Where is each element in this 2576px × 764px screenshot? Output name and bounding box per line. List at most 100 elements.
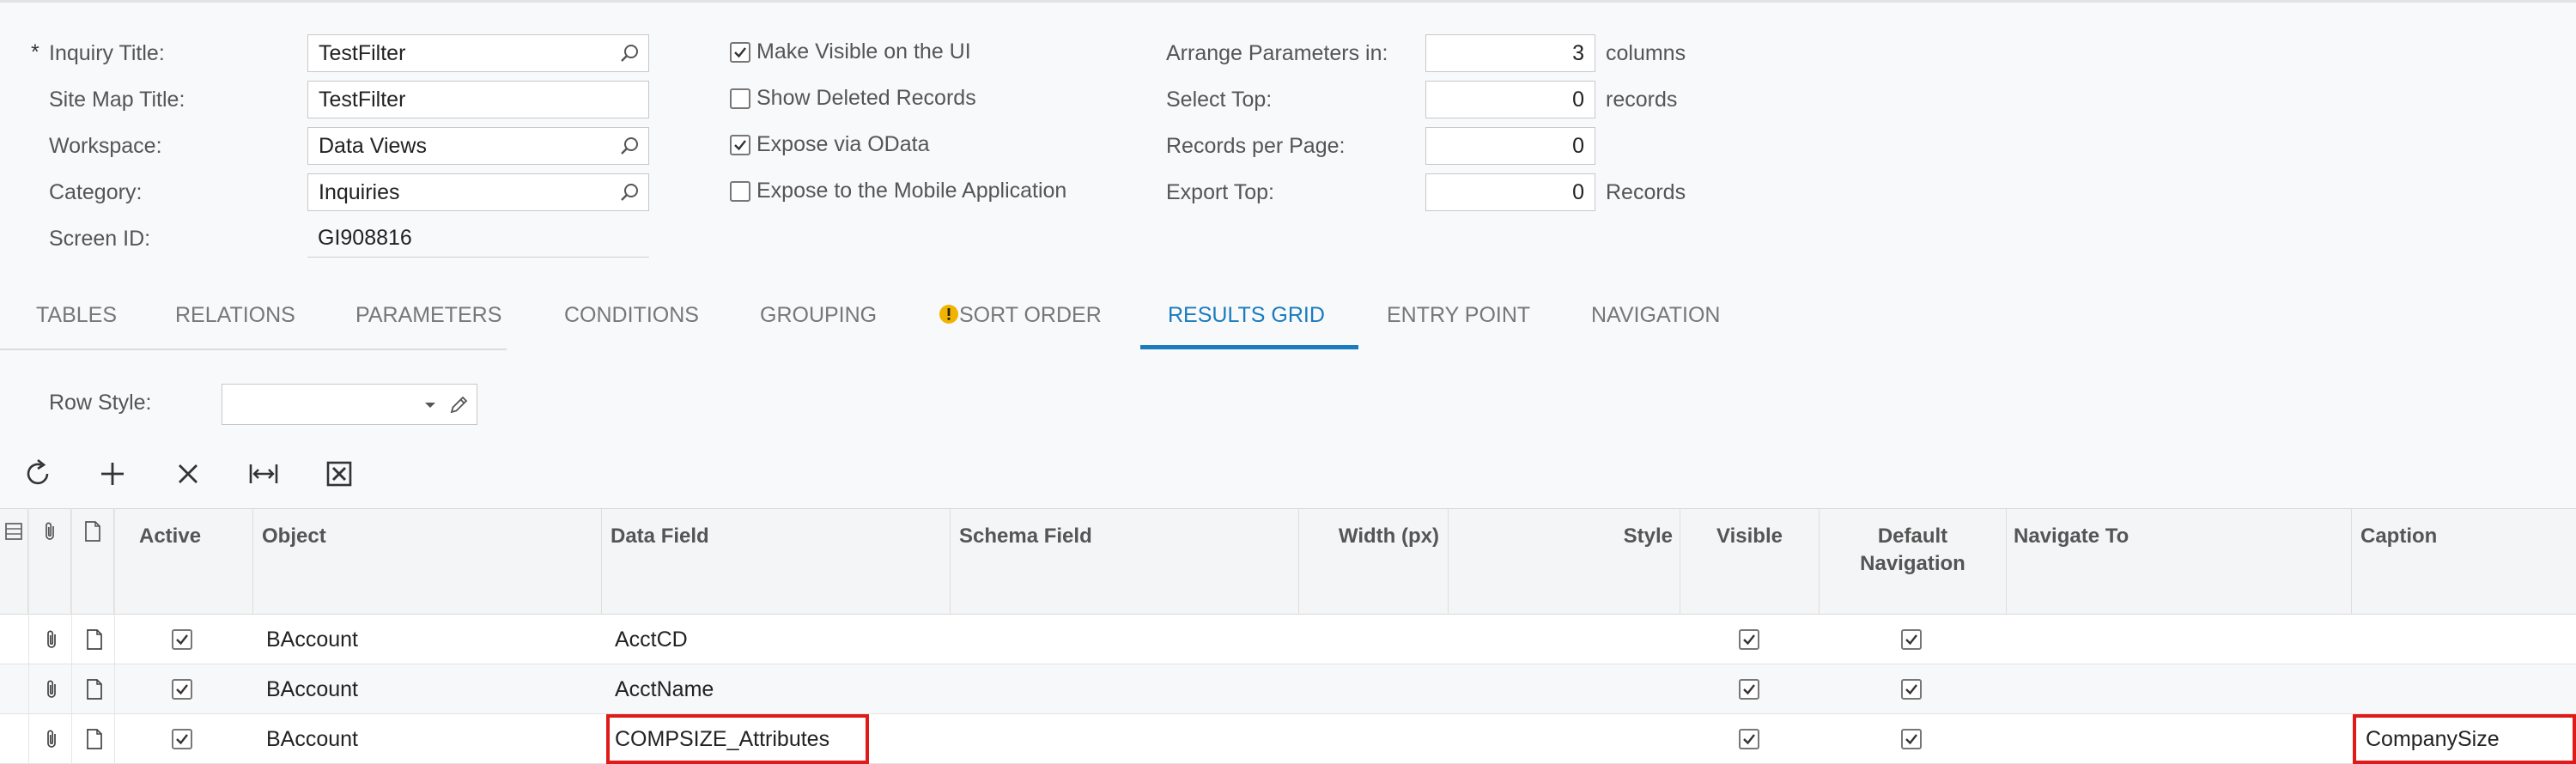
required-marker: * (31, 40, 39, 64)
make-visible-label: Make Visible on the UI (756, 39, 971, 64)
checkmark-icon (176, 684, 188, 695)
note-icon[interactable] (84, 628, 105, 651)
site-map-title-input[interactable]: TestFilter (307, 81, 649, 118)
grid-settings-icon[interactable] (4, 522, 23, 541)
search-icon[interactable] (619, 136, 640, 156)
expose-mobile-checkbox[interactable] (730, 181, 750, 202)
tab-entry-point[interactable]: ENTRY POINT (1387, 292, 1530, 350)
paperclip-icon[interactable] (41, 628, 62, 651)
inquiry-title-value: TestFilter (319, 41, 406, 65)
select-top-value: 0 (1572, 88, 1584, 112)
object-cell: BAccount (266, 677, 359, 701)
pencil-icon[interactable] (447, 394, 470, 416)
table-row[interactable]: BAccount AcctName (0, 664, 2576, 714)
tab-relations[interactable]: RELATIONS (175, 292, 295, 350)
checkmark-icon (1905, 734, 1917, 745)
header-width[interactable]: Width (px) (1299, 509, 1449, 615)
inquiry-title-label: Inquiry Title: (49, 41, 165, 65)
site-map-title-value: TestFilter (319, 88, 406, 112)
records-per-page-input[interactable]: 0 (1425, 127, 1595, 165)
paperclip-icon[interactable] (41, 728, 62, 750)
category-input[interactable]: Inquiries (307, 173, 649, 211)
warning-icon (939, 305, 958, 324)
tab-parameters[interactable]: PARAMETERS (355, 292, 501, 350)
checkmark-icon (176, 634, 188, 646)
add-icon[interactable] (95, 457, 130, 491)
table-row[interactable]: BAccount AcctCD (0, 615, 2576, 664)
search-icon[interactable] (619, 182, 640, 203)
select-top-label: Select Top: (1166, 88, 1273, 112)
inquiry-title-input[interactable]: TestFilter (307, 34, 649, 72)
tab-sort-order-label: SORT ORDER (959, 303, 1102, 327)
tab-navigation[interactable]: NAVIGATION (1591, 292, 1720, 350)
make-visible-checkbox[interactable] (730, 42, 750, 63)
tab-tables[interactable]: TABLES (36, 292, 117, 350)
select-top-input[interactable]: 0 (1425, 81, 1595, 118)
paperclip-icon[interactable] (41, 678, 62, 700)
column-settings-header[interactable] (0, 509, 28, 615)
header-style[interactable]: Style (1449, 509, 1680, 615)
note-icon[interactable] (84, 678, 105, 700)
data-field-highlight (606, 714, 869, 764)
refresh-icon[interactable] (21, 457, 55, 491)
expose-odata-checkbox[interactable] (730, 135, 750, 155)
header-caption[interactable]: Caption (2352, 509, 2576, 615)
visible-checkbox[interactable] (1739, 729, 1759, 749)
chevron-down-icon[interactable] (423, 400, 437, 410)
header-object[interactable]: Object (253, 509, 602, 615)
fit-columns-icon[interactable] (246, 457, 281, 491)
arrange-parameters-value: 3 (1572, 41, 1584, 65)
workspace-input[interactable]: Data Views (307, 127, 649, 165)
data-field-cell[interactable]: AcctCD (615, 615, 688, 664)
active-checkbox[interactable] (172, 729, 192, 749)
visible-checkbox[interactable] (1739, 679, 1759, 700)
note-icon[interactable] (84, 728, 105, 750)
header-schema-field[interactable]: Schema Field (951, 509, 1299, 615)
arrange-unit: columns (1606, 41, 1686, 65)
search-icon[interactable] (619, 43, 640, 64)
visible-checkbox[interactable] (1739, 629, 1759, 650)
checkmark-icon (1743, 684, 1755, 695)
arrange-parameters-input[interactable]: 3 (1425, 34, 1595, 72)
export-top-input[interactable]: 0 (1425, 173, 1595, 211)
active-checkbox[interactable] (172, 629, 192, 650)
export-excel-icon[interactable] (322, 457, 356, 491)
tab-sort-order[interactable]: SORT ORDER (939, 292, 1102, 350)
category-label: Category: (49, 180, 143, 204)
header-visible[interactable]: Visible (1680, 509, 1820, 615)
row-style-label: Row Style: (49, 391, 152, 415)
row-style-select[interactable] (222, 384, 477, 425)
checkmark-icon (176, 734, 188, 745)
category-value: Inquiries (319, 180, 400, 204)
workspace-label: Workspace: (49, 134, 162, 158)
header-default-navigation[interactable]: Default Navigation (1820, 509, 2007, 615)
delete-icon[interactable] (171, 457, 205, 491)
active-checkbox[interactable] (172, 679, 192, 700)
grid-header: Active Object Data Field Schema Field Wi… (0, 508, 2576, 615)
expose-mobile-label: Expose to the Mobile Application (756, 179, 1067, 203)
data-field-cell[interactable]: AcctName (615, 664, 714, 714)
table-row[interactable]: BAccount COMPSIZE_Attributes CompanySize (0, 714, 2576, 764)
attachments-header (28, 509, 71, 615)
export-top-label: Export Top: (1166, 180, 1275, 204)
header-data-field[interactable]: Data Field (602, 509, 951, 615)
screen-id-label: Screen ID: (49, 227, 151, 251)
tab-divider (0, 349, 507, 350)
default-navigation-checkbox[interactable] (1901, 729, 1922, 749)
caption-highlight (2353, 714, 2576, 764)
tab-conditions[interactable]: CONDITIONS (564, 292, 699, 350)
object-cell: BAccount (266, 727, 359, 751)
tab-bar: TABLES RELATIONS PARAMETERS CONDITIONS G… (0, 292, 2576, 350)
default-navigation-checkbox[interactable] (1901, 629, 1922, 650)
expose-odata-label: Expose via OData (756, 132, 930, 156)
tab-grouping[interactable]: GROUPING (760, 292, 877, 350)
default-navigation-checkbox[interactable] (1901, 679, 1922, 700)
checkmark-icon (1743, 634, 1755, 646)
notes-header (71, 509, 114, 615)
header-navigate-to[interactable]: Navigate To (2007, 509, 2352, 615)
header-active[interactable]: Active (114, 509, 253, 615)
active-tab-indicator (1140, 345, 1358, 349)
tab-results-grid[interactable]: RESULTS GRID (1168, 292, 1325, 350)
show-deleted-checkbox[interactable] (730, 88, 750, 109)
workspace-value: Data Views (319, 134, 427, 158)
